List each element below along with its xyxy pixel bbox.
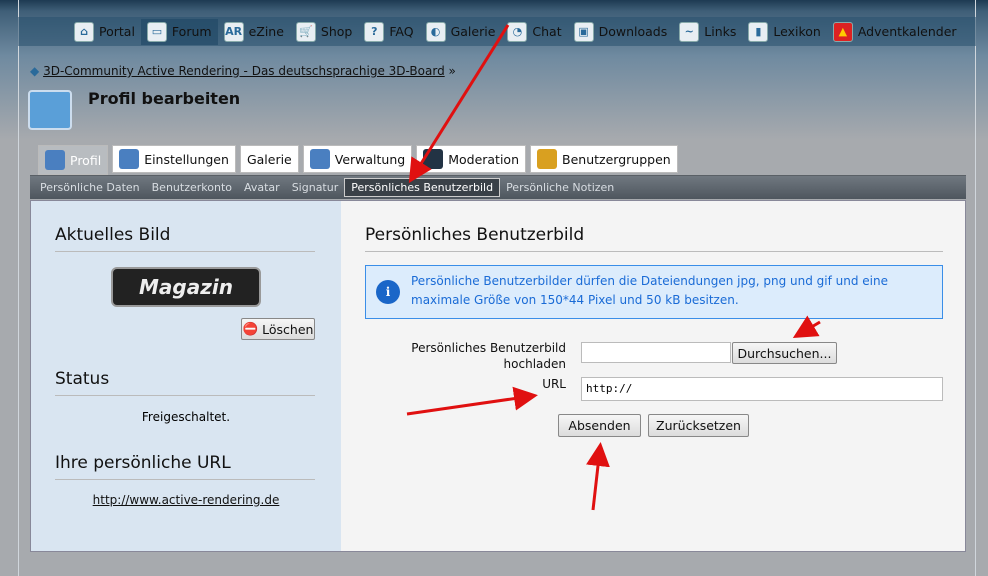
gallery-icon: ◐ (425, 21, 446, 42)
tab-benutzergruppen[interactable]: Benutzergruppen (530, 145, 678, 173)
tab-label: Profil (70, 152, 102, 168)
floppy-icon: ▣ (573, 21, 594, 42)
nav-label: Downloads (598, 24, 668, 39)
nav-label: Lexikon (773, 24, 821, 39)
monitor-icon: ▭ (146, 21, 167, 42)
top-navigation: ⌂ Portal ▭ Forum AR eZine 🛒 Shop ? FAQ ◐ Galer… (18, 17, 976, 46)
tab-label: Galerie (246, 151, 292, 167)
sub-navigation: Persönliche Daten Benutzerkonto Avatar S… (30, 175, 966, 199)
tab-verwaltung[interactable]: Verwaltung (302, 145, 413, 173)
moderator-icon (423, 149, 444, 169)
nav-links[interactable]: ~ Links (673, 19, 742, 45)
nav-label: FAQ (389, 24, 414, 39)
delete-button[interactable]: ⛔ Löschen (241, 318, 315, 340)
nav-galerie[interactable]: ◐ Galerie (420, 19, 502, 45)
breadcrumb-separator: » (448, 64, 456, 78)
delete-icon: ⛔ (242, 321, 259, 336)
breadcrumb: ◆ 3D-Community Active Rendering - Das de… (30, 64, 456, 78)
url-label: URL (542, 377, 566, 391)
section-title: Persönliches Benutzerbild (365, 225, 943, 252)
nav-chat[interactable]: ◔ Chat (501, 19, 567, 45)
nav-label: Galerie (450, 24, 496, 39)
box-icon (309, 149, 330, 169)
nav-ezine[interactable]: AR eZine (218, 19, 290, 45)
candle-icon: ▲ (832, 21, 853, 42)
nav-portal[interactable]: ⌂ Portal (68, 19, 141, 45)
tab-label: Moderation (448, 151, 520, 167)
url-input[interactable]: http:// (581, 377, 943, 401)
current-avatar-image: Magazin (111, 267, 261, 307)
nav-adventkalender[interactable]: ▲ Adventkalender (827, 19, 963, 45)
subnav-signatur[interactable]: Signatur (286, 179, 345, 196)
info-box: i Persönliche Benutzerbilder dürfen die D… (365, 265, 943, 319)
nav-label: Forum (171, 24, 212, 39)
personal-url-link[interactable]: http://www.active-rendering.de (31, 493, 341, 507)
profile-icon (45, 150, 65, 170)
nav-forum[interactable]: ▭ Forum (140, 18, 218, 45)
nav-downloads[interactable]: ▣ Downloads (568, 19, 674, 45)
current-image-heading: Aktuelles Bild (55, 225, 315, 252)
subnav-avatar[interactable]: Avatar (238, 179, 286, 196)
logo-text: Magazin (139, 275, 233, 299)
subnav-persoenliche-daten[interactable]: Persönliche Daten (34, 179, 146, 196)
subnav-benutzerkonto[interactable]: Benutzerkonto (146, 179, 238, 196)
home-icon: ⌂ (74, 21, 94, 42)
checklist-icon (119, 149, 140, 169)
nav-label: Portal (99, 24, 135, 39)
profile-tabs: Profil Einstellungen Galerie Verwaltung … (38, 145, 678, 175)
nav-label: Chat (532, 24, 562, 39)
status-heading: Status (55, 369, 315, 396)
link-icon: ~ (679, 21, 700, 42)
nav-label: eZine (248, 24, 284, 39)
main-panel: Persönliches Benutzerbild i Persönliche B… (341, 201, 965, 551)
content-area: Aktuelles Bild Magazin ⛔ Löschen Status F… (30, 200, 966, 552)
subnav-benutzerbild[interactable]: Persönliches Benutzerbild (344, 178, 501, 197)
reset-button[interactable]: Zurücksetzen (648, 414, 749, 437)
subnav-notizen[interactable]: Persönliche Notizen (500, 179, 620, 196)
nav-label: Shop (320, 24, 353, 39)
tab-label: Einstellungen (144, 151, 229, 167)
nav-lexikon[interactable]: ▮ Lexikon (742, 19, 826, 45)
nav-faq[interactable]: ? FAQ (358, 19, 419, 45)
tab-label: Benutzergruppen (562, 151, 671, 167)
chat-icon: ◔ (507, 21, 528, 42)
tab-einstellungen[interactable]: Einstellungen (112, 145, 236, 173)
book-icon: ▮ (748, 21, 769, 42)
page-title: Profil bearbeiten (88, 89, 241, 108)
info-text: Persönliche Benutzerbilder dürfen die Da… (411, 274, 888, 307)
delete-label: Löschen (262, 321, 314, 337)
profile-edit-icon (28, 90, 72, 130)
upload-label: Persönliches Benutzerbild hochladen (411, 341, 566, 371)
breadcrumb-link[interactable]: 3D-Community Active Rendering - Das deut… (43, 64, 445, 78)
tab-galerie[interactable]: Galerie (239, 145, 299, 173)
tab-label: Verwaltung (334, 151, 406, 167)
nav-label: Links (704, 24, 737, 39)
question-icon: ? (364, 21, 385, 42)
status-text: Freigeschaltet. (141, 410, 231, 424)
submit-button[interactable]: Absenden (558, 414, 641, 437)
board-icon: ◆ (30, 64, 40, 78)
ar-icon: AR (223, 21, 244, 42)
tab-profil[interactable]: Profil (38, 145, 109, 175)
personal-url-heading: Ihre persönliche URL (55, 453, 315, 480)
nav-label: Adventkalender (857, 24, 957, 39)
info-icon: i (376, 280, 400, 304)
tab-moderation[interactable]: Moderation (416, 145, 527, 173)
file-input[interactable] (581, 342, 731, 363)
sidebar-panel: Aktuelles Bild Magazin ⛔ Löschen Status F… (31, 201, 341, 551)
browse-button[interactable]: Durchsuchen... (732, 342, 837, 364)
cart-icon: 🛒 (295, 21, 316, 42)
nav-shop[interactable]: 🛒 Shop (290, 19, 358, 45)
users-icon (537, 149, 558, 169)
